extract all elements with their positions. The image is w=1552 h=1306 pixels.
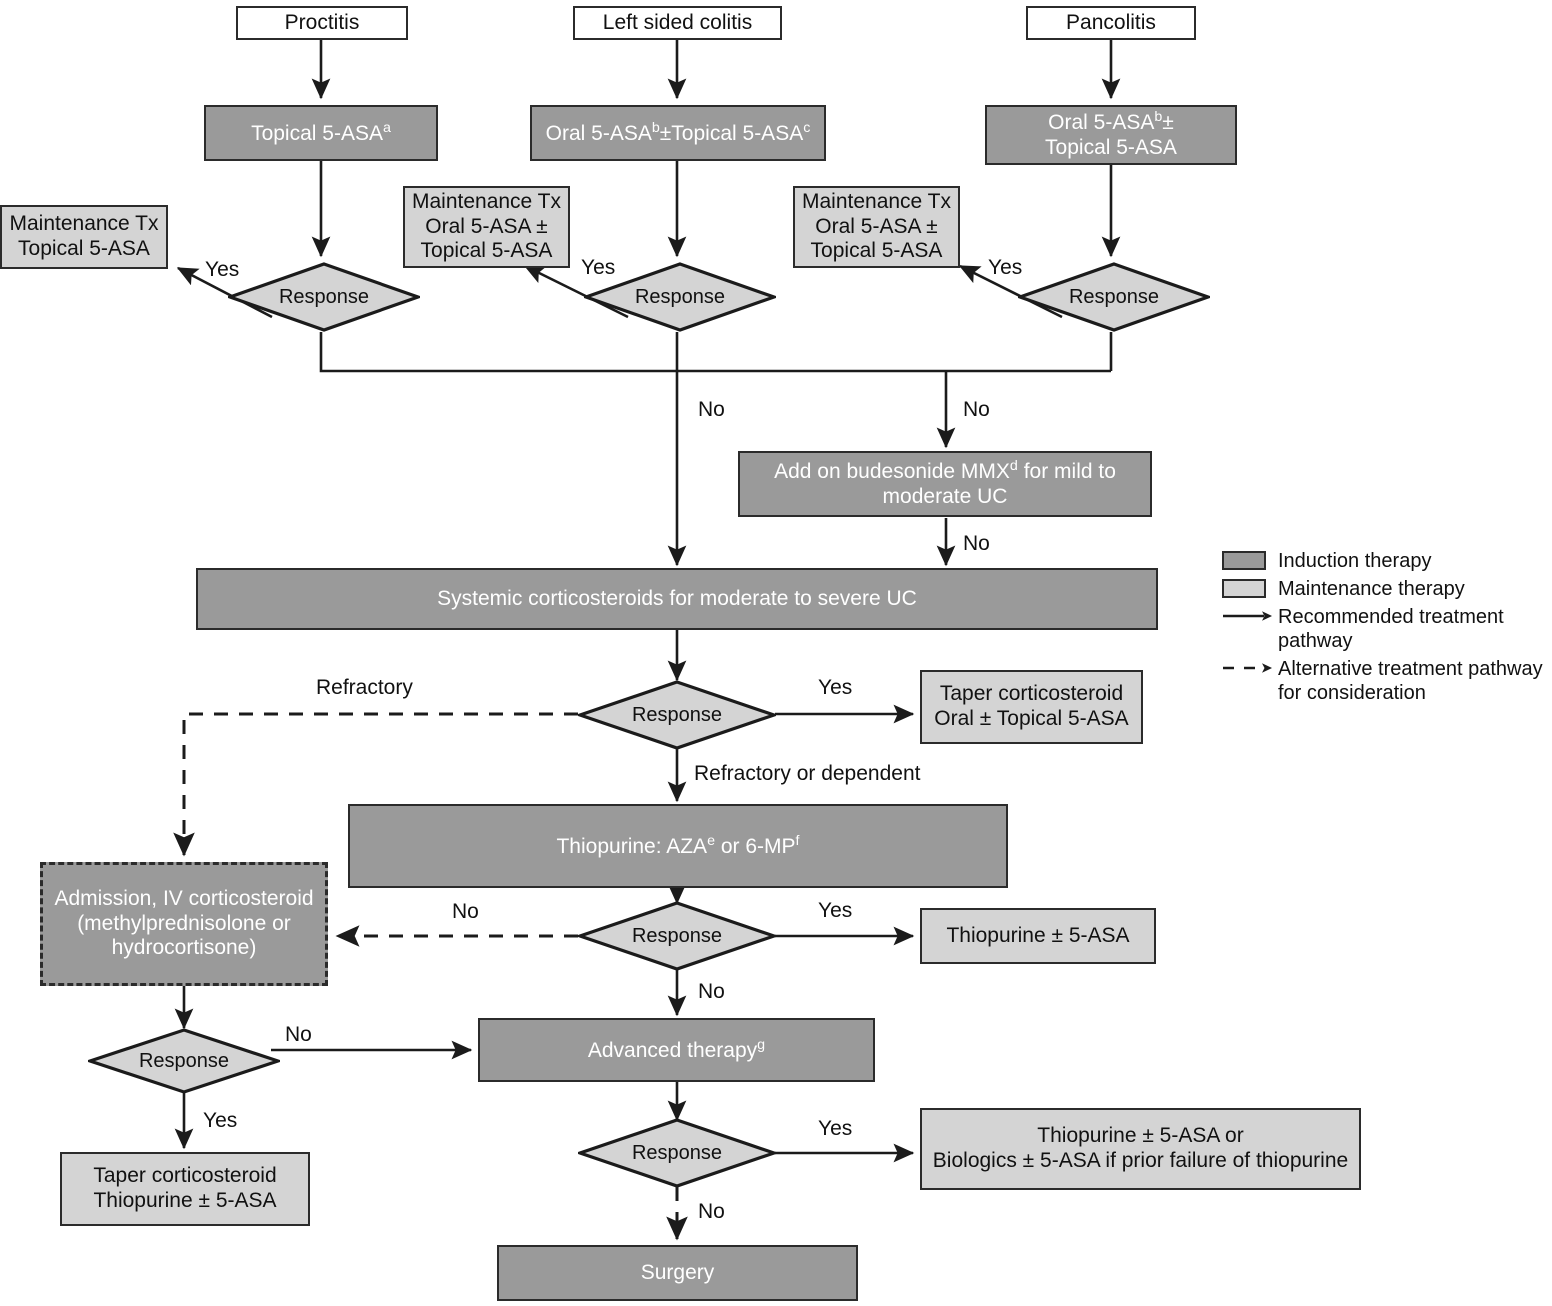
edge-label-no-right-branch: No <box>963 398 990 421</box>
node-pancolitis-label: Pancolitis <box>1066 10 1156 34</box>
decision-response-proctitis[interactable]: Response <box>228 262 420 332</box>
node-oral-topical-5asa-pancolitis[interactable]: Oral 5-ASAb± Topical 5-ASA <box>985 105 1237 165</box>
legend-row-alternative: Alternative treatment pathway for consid… <box>1222 656 1552 705</box>
node-systemic-corticosteroids[interactable]: Systemic corticosteroids for moderate to… <box>196 568 1158 630</box>
node-budesonide-mmx[interactable]: Add on budesonide MMXd for mild to moder… <box>738 451 1152 517</box>
node-thiopurine-aza-6mp-label: Thiopurine: AZAe or 6-MPf <box>556 832 800 858</box>
legend-label-alternative: Alternative treatment pathway for consid… <box>1278 658 1543 704</box>
legend-row-induction: Induction therapy <box>1222 548 1552 573</box>
footnote-marker-d: d <box>1009 458 1018 475</box>
node-maintenance-oral-topical-pancolitis-label: Maintenance Tx Oral 5-ASA ± Topical 5-AS… <box>801 189 952 263</box>
footnote-marker-b: b <box>651 119 660 136</box>
edge-label-no-thiopurine-left: No <box>452 900 479 923</box>
node-systemic-corticosteroids-label: Systemic corticosteroids for moderate to… <box>437 586 917 610</box>
node-left-sided-colitis[interactable]: Left sided colitis <box>573 6 782 40</box>
node-thiopurine-or-biologics-label: Thiopurine ± 5-ASA or Biologics ± 5-ASA … <box>932 1124 1349 1172</box>
node-surgery[interactable]: Surgery <box>497 1245 858 1301</box>
node-left-sided-colitis-label: Left sided colitis <box>602 10 753 34</box>
node-taper-corticosteroid-thiopurine-label: Taper corticosteroid Thiopurine ± 5-ASA <box>93 1164 277 1212</box>
node-taper-corticosteroid-oral[interactable]: Taper corticosteroid Oral ± Topical 5-AS… <box>920 670 1143 744</box>
edge-label-yes-admission-response: Yes <box>203 1109 238 1132</box>
node-maintenance-oral-topical-left-label: Maintenance Tx Oral 5-ASA ± Topical 5-AS… <box>411 189 562 263</box>
node-thiopurine-5asa-label: Thiopurine ± 5-ASA <box>946 923 1130 947</box>
node-thiopurine-aza-6mp[interactable]: Thiopurine: AZAe or 6-MPf <box>348 804 1008 888</box>
edge-label-refractory-or-dependent: Refractory or dependent <box>694 762 921 785</box>
node-maintenance-topical-5asa[interactable]: Maintenance Tx Topical 5-ASA <box>0 205 168 269</box>
decision-response-systemic[interactable]: Response <box>578 680 776 750</box>
node-advanced-therapy[interactable]: Advanced therapyg <box>478 1018 875 1082</box>
node-proctitis[interactable]: Proctitis <box>236 6 408 40</box>
node-oral-topical-5asa-left[interactable]: Oral 5-ASAb±Topical 5-ASAc <box>530 105 826 161</box>
edge-label-yes-proctitis: Yes <box>205 258 240 281</box>
node-advanced-therapy-label: Advanced therapyg <box>587 1036 766 1062</box>
decision-response-thiopurine[interactable]: Response <box>578 901 776 971</box>
node-admission-iv-corticosteroid-label: Admission, IV corticosteroid (methylpred… <box>54 886 314 960</box>
node-maintenance-topical-5asa-label: Maintenance Tx Topical 5-ASA <box>9 212 159 260</box>
edge-label-no-advanced: No <box>698 1200 725 1223</box>
decision-response-advanced-therapy[interactable]: Response <box>578 1118 776 1188</box>
decision-response-pancolitis[interactable]: Response <box>1018 262 1210 332</box>
legend-row-recommended: Recommended treatment pathway <box>1222 604 1552 653</box>
node-maintenance-oral-topical-left[interactable]: Maintenance Tx Oral 5-ASA ± Topical 5-AS… <box>403 186 570 268</box>
edge-label-no-admission-response: No <box>285 1023 312 1046</box>
decision-response-admission[interactable]: Response <box>88 1028 280 1094</box>
node-thiopurine-5asa[interactable]: Thiopurine ± 5-ASA <box>920 908 1156 964</box>
footnote-marker-e: e <box>707 832 716 849</box>
node-topical-5asa-label: Topical 5-ASAa <box>251 119 391 145</box>
node-thiopurine-or-biologics[interactable]: Thiopurine ± 5-ASA or Biologics ± 5-ASA … <box>920 1108 1361 1190</box>
legend: Induction therapy Maintenance therapy Re… <box>1222 548 1552 708</box>
node-taper-corticosteroid-oral-label: Taper corticosteroid Oral ± Topical 5-AS… <box>934 682 1129 730</box>
node-surgery-label: Surgery <box>640 1260 715 1284</box>
edge-label-yes-left-colitis: Yes <box>581 256 616 279</box>
footnote-marker-f: f <box>795 832 800 849</box>
node-maintenance-oral-topical-pancolitis[interactable]: Maintenance Tx Oral 5-ASA ± Topical 5-AS… <box>793 186 960 268</box>
node-pancolitis[interactable]: Pancolitis <box>1026 6 1196 40</box>
edge-label-yes-pancolitis: Yes <box>988 256 1023 279</box>
node-admission-iv-corticosteroid[interactable]: Admission, IV corticosteroid (methylpred… <box>40 862 328 986</box>
node-oral-topical-5asa-left-label: Oral 5-ASAb±Topical 5-ASAc <box>545 119 811 145</box>
node-proctitis-label: Proctitis <box>284 10 360 34</box>
node-topical-5asa[interactable]: Topical 5-ASAa <box>204 105 438 161</box>
legend-row-maintenance: Maintenance therapy <box>1222 576 1552 601</box>
dashed-arrow-icon <box>1222 656 1278 680</box>
solid-arrow-icon <box>1222 604 1278 628</box>
edge-label-no-left-branch: No <box>698 398 725 421</box>
flowchart-canvas: Proctitis Left sided colitis Pancolitis … <box>0 0 1552 1306</box>
edge-label-refractory: Refractory <box>316 676 413 699</box>
footnote-marker-g: g <box>757 1036 766 1053</box>
induction-therapy-swatch-icon <box>1222 548 1278 572</box>
footnote-marker-a: a <box>382 119 391 136</box>
edge-label-no-thiopurine-down: No <box>698 980 725 1003</box>
edge-label-yes-advanced: Yes <box>818 1117 853 1140</box>
node-budesonide-mmx-label: Add on budesonide MMXd for mild to moder… <box>774 458 1116 508</box>
footnote-marker-c: c <box>803 119 811 136</box>
legend-label-maintenance: Maintenance therapy <box>1278 578 1465 600</box>
node-oral-topical-5asa-pancolitis-label: Oral 5-ASAb± Topical 5-ASA <box>1045 109 1177 159</box>
node-taper-corticosteroid-thiopurine[interactable]: Taper corticosteroid Thiopurine ± 5-ASA <box>60 1152 310 1226</box>
maintenance-therapy-swatch-icon <box>1222 576 1278 600</box>
edge-label-yes-thiopurine: Yes <box>818 899 853 922</box>
edge-label-no-budesonide: No <box>963 532 990 555</box>
edge-label-yes-systemic: Yes <box>818 676 853 699</box>
legend-label-recommended: Recommended treatment pathway <box>1278 606 1504 652</box>
legend-label-induction: Induction therapy <box>1278 550 1432 572</box>
